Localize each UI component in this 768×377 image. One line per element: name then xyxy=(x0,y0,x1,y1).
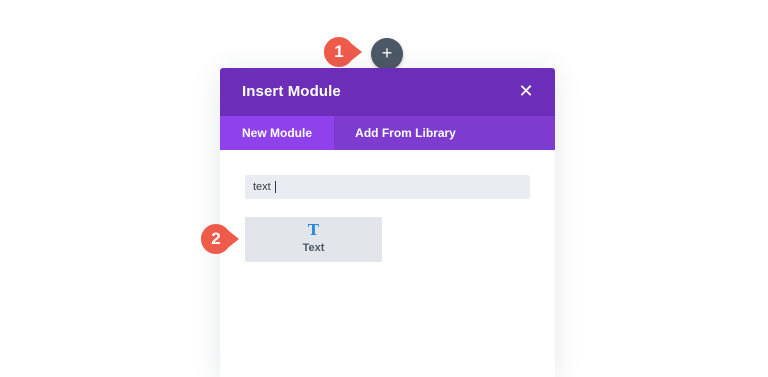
step-marker-1: 1 xyxy=(324,37,364,67)
tab-add-from-library[interactable]: Add From Library xyxy=(334,116,477,150)
step-marker-2: 2 xyxy=(201,224,241,254)
module-tile-text[interactable]: T Text xyxy=(245,217,382,262)
tab-bar: New Module Add From Library xyxy=(220,116,555,150)
canvas: + 1 Insert Module ✕ New Module Add From … xyxy=(0,0,768,377)
text-cursor xyxy=(275,181,276,193)
add-module-button[interactable]: + xyxy=(371,38,403,70)
insert-module-modal: Insert Module ✕ New Module Add From Libr… xyxy=(220,68,555,377)
modal-title: Insert Module xyxy=(242,83,341,100)
module-label: Text xyxy=(302,242,325,254)
step-marker-label: 1 xyxy=(334,42,344,61)
modal-header: Insert Module ✕ xyxy=(220,68,555,116)
close-icon[interactable]: ✕ xyxy=(517,81,535,101)
text-icon: T xyxy=(307,221,320,239)
tab-new-module[interactable]: New Module xyxy=(220,116,334,150)
plus-icon: + xyxy=(381,43,393,63)
step-marker-label: 2 xyxy=(211,229,221,248)
module-search-input[interactable] xyxy=(245,175,530,199)
